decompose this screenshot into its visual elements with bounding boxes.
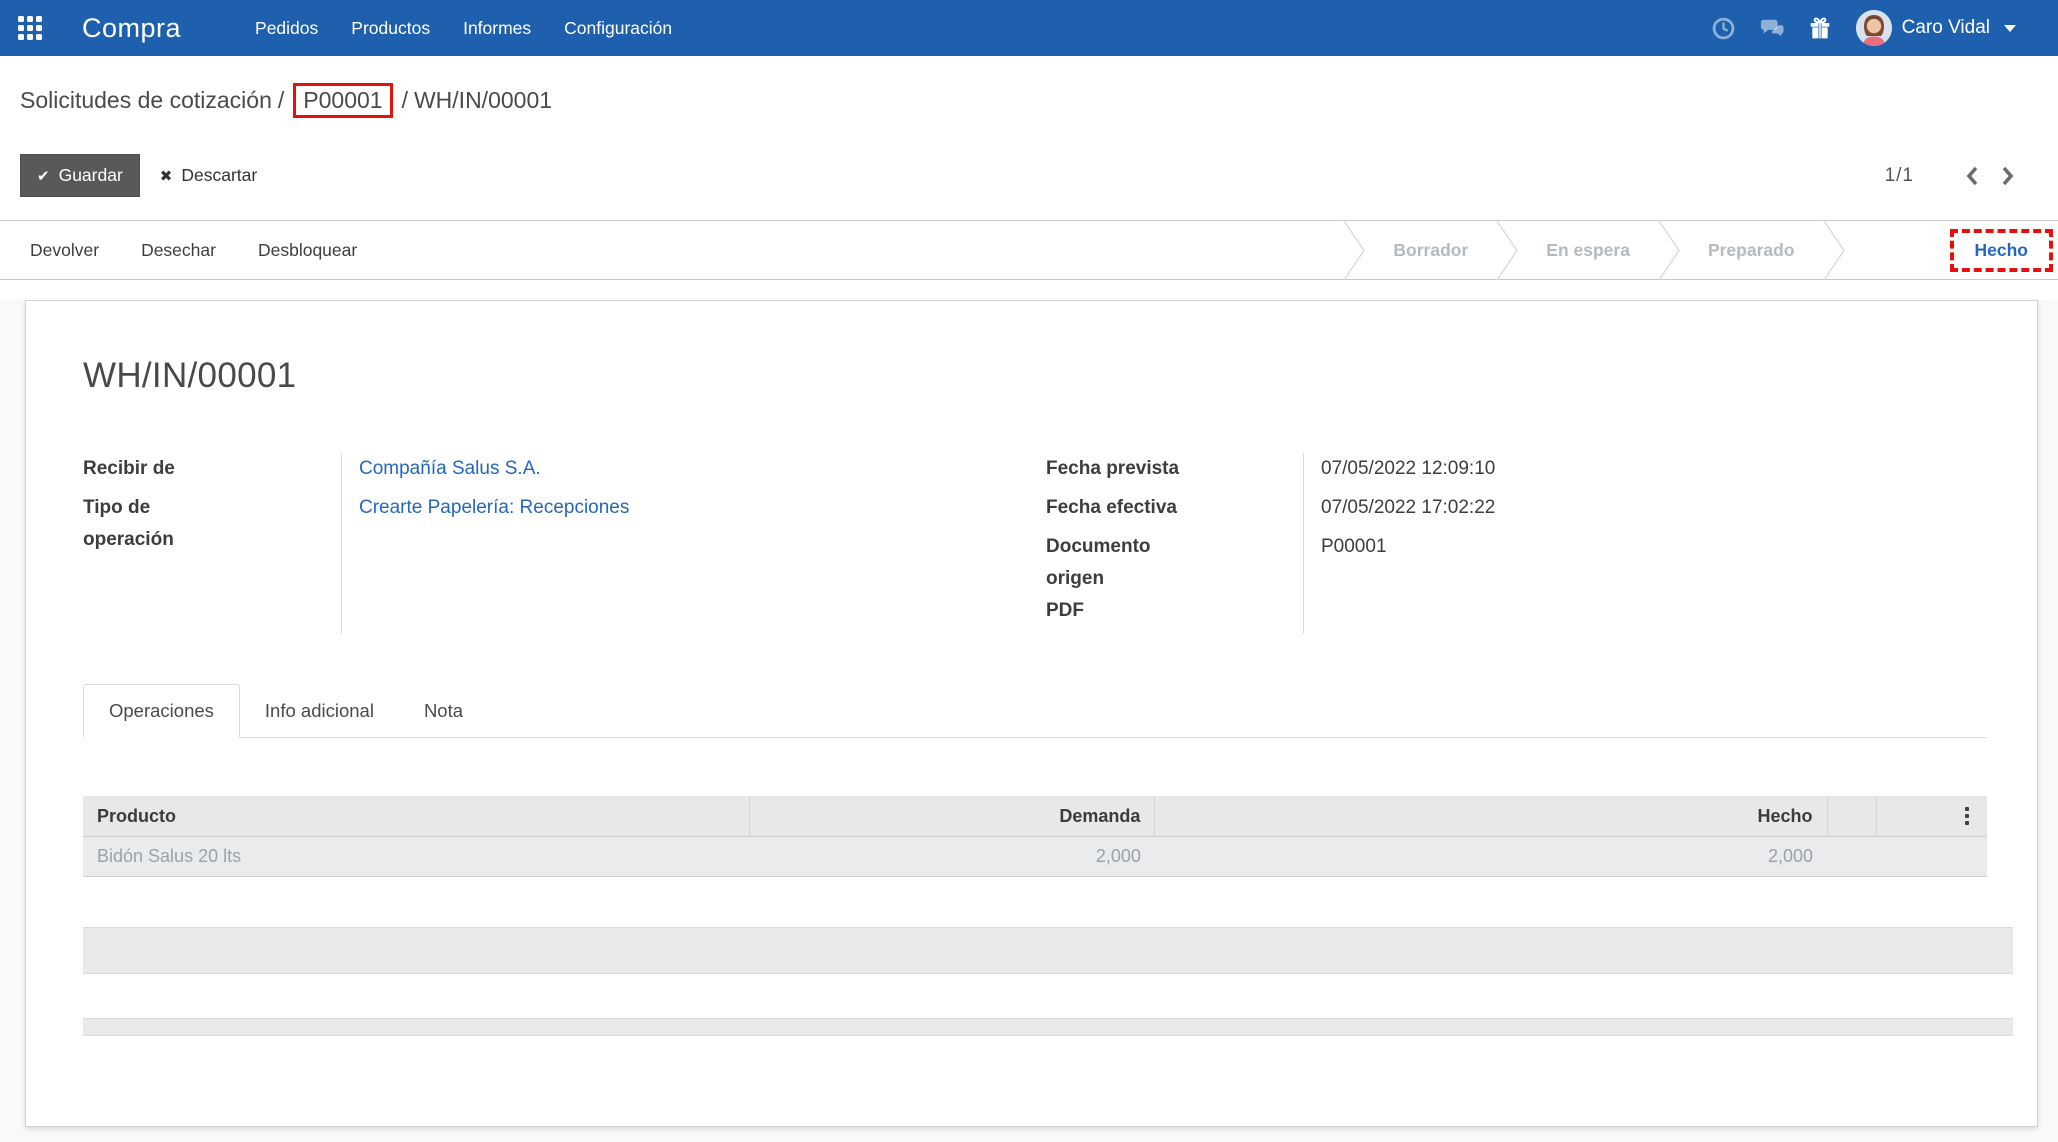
empty-row-band [83,927,2013,974]
menu-productos[interactable]: Productos [351,18,430,39]
form-labels-right: Fecha prevista Fecha efectiva Documento … [1046,453,1303,634]
messages-chat-icon[interactable] [1760,16,1784,40]
form-values-left: Compañía Salus S.A. Crearte Papelería: R… [341,453,1046,634]
breadcrumb-p00001-annotation[interactable]: P00001 [293,83,392,118]
breadcrumb-root[interactable]: Solicitudes de cotización [20,87,272,113]
cell-producto[interactable]: Bidón Salus 20 lts [83,837,749,877]
column-header-hecho[interactable]: Hecho [1155,796,1827,837]
top-navbar: Compra Pedidos Productos Informes Config… [0,0,2058,56]
state-hecho[interactable]: Hecho [1950,221,2053,279]
table-row[interactable]: Bidón Salus 20 lts 2,000 2,000 [83,837,1987,877]
state-borrador[interactable]: Borrador [1366,221,1495,279]
main-menu: Pedidos Productos Informes Configuración [255,18,672,39]
user-avatar [1856,10,1892,46]
pager-count: 1/1 [1885,165,1914,187]
column-header-producto[interactable]: Producto [83,796,749,837]
scrap-button[interactable]: Desechar [141,240,216,261]
breadcrumb-separator: / [402,87,408,113]
cell-empty [1827,837,1877,877]
save-button[interactable]: ✔ Guardar [20,154,140,197]
optional-columns-icon[interactable] [1961,805,1973,827]
user-menu[interactable]: Caro Vidal [1856,10,2016,46]
form-group-right: Fecha prevista Fecha efectiva Documento … [1046,453,1987,634]
cell-demanda[interactable]: 2,000 [749,837,1155,877]
effective-date-value: 07/05/2022 17:02:22 [1321,492,1987,524]
label-fecha-efectiva: Fecha efectiva [1046,492,1303,524]
tab-operaciones[interactable]: Operaciones [83,684,240,738]
scheduled-date-value: 07/05/2022 12:09:10 [1321,453,1987,485]
source-document-value: P00001 [1321,531,1987,563]
return-button[interactable]: Devolver [30,240,99,261]
app-name[interactable]: Compra [82,13,181,44]
form-fields: Recibir de Tipo de operación Compañía Sa… [83,453,1987,634]
label-recibir-de: Recibir de [83,453,341,485]
label-fecha-prevista: Fecha prevista [1046,453,1303,485]
close-icon: ✖ [160,167,173,185]
statusbar-states: Borrador En espera Preparado Hecho [1342,221,2058,279]
form-sheet: WH/IN/00001 Recibir de Tipo de operación… [25,300,2038,1127]
apps-grid-icon[interactable] [18,16,42,40]
state-hecho-annotation: Hecho [1950,229,2053,272]
breadcrumb: Solicitudes de cotización/P00001/WH/IN/0… [0,56,2058,118]
state-arrow-icon [1822,221,1846,279]
navbar-icons: Caro Vidal [1712,10,2016,46]
state-arrow-icon [1342,221,1366,279]
column-header-options [1877,796,1987,837]
statusbar-actions: Devolver Desechar Desbloquear [0,221,357,279]
label-documento-origen: Documento origen PDF [1046,531,1303,627]
record-title: WH/IN/00001 [83,356,1987,396]
column-header-empty [1827,796,1877,837]
breadcrumb-middle[interactable]: P00001 [303,87,382,113]
operations-table: Producto Demanda Hecho Bidón Salus 20 lt… [83,796,1987,877]
cell-hecho[interactable]: 2,000 [1155,837,1827,877]
check-icon: ✔ [37,167,50,185]
state-en-espera[interactable]: En espera [1519,221,1657,279]
partner-link[interactable]: Compañía Salus S.A. [359,453,1046,485]
tab-nota[interactable]: Nota [399,684,488,737]
form-labels-left: Recibir de Tipo de operación [83,453,341,563]
form-group-left: Recibir de Tipo de operación Compañía Sa… [83,453,1046,634]
table-header-row: Producto Demanda Hecho [83,796,1987,837]
empty-row-band [83,1018,2013,1036]
chevron-down-icon [2004,25,2016,32]
pager: 1/1 [1885,161,2026,191]
user-name: Caro Vidal [1902,17,1990,39]
operation-type-link[interactable]: Crearte Papelería: Recepciones [359,492,1046,524]
control-panel: ✔ Guardar ✖ Descartar 1/1 [20,152,2038,199]
label-tipo-operacion: Tipo de operación [83,492,341,556]
statusbar: Devolver Desechar Desbloquear Borrador E… [0,220,2058,280]
menu-configuracion[interactable]: Configuración [564,18,672,39]
state-preparado[interactable]: Preparado [1681,221,1822,279]
gift-icon[interactable] [1808,16,1832,40]
column-header-demanda[interactable]: Demanda [749,796,1155,837]
form-values-right: 07/05/2022 12:09:10 07/05/2022 17:02:22 … [1303,453,1987,634]
breadcrumb-separator: / [278,87,284,113]
unlock-button[interactable]: Desbloquear [258,240,357,261]
breadcrumb-current: WH/IN/00001 [414,87,552,113]
activities-clock-icon[interactable] [1712,16,1736,40]
state-arrow-icon [1657,221,1681,279]
pager-previous-button[interactable] [1954,161,1990,191]
notebook-tabs: Operaciones Info adicional Nota [83,684,1987,738]
tab-info-adicional[interactable]: Info adicional [240,684,399,737]
menu-informes[interactable]: Informes [463,18,531,39]
main-content: WH/IN/00001 Recibir de Tipo de operación… [0,300,2058,1142]
state-arrow-icon [1495,221,1519,279]
menu-pedidos[interactable]: Pedidos [255,18,318,39]
cell-options [1877,837,1987,877]
discard-button[interactable]: ✖ Descartar [150,155,267,196]
pager-next-button[interactable] [1990,161,2026,191]
